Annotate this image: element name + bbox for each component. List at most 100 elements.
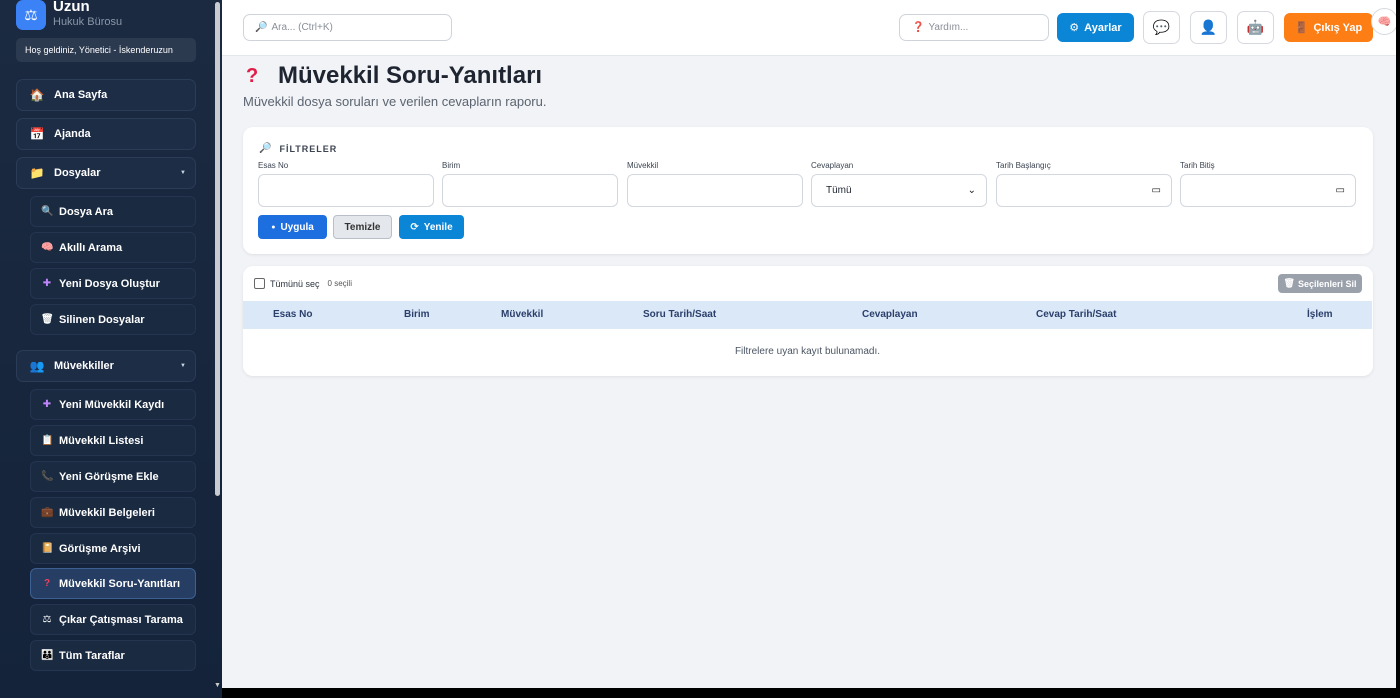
- column-header[interactable]: Müvekkil: [501, 301, 543, 329]
- sub-item-new-client[interactable]: ✚ Yeni Müvekkil Kaydı: [30, 389, 196, 420]
- user-icon: 👤: [1199, 19, 1218, 35]
- select-all-label[interactable]: Tümünü seç: [270, 279, 320, 289]
- case-no-label: Esas No: [258, 161, 289, 170]
- date-start-label: Tarih Başlangıç: [996, 161, 1051, 170]
- scales-logo-icon: ⚖: [16, 0, 46, 30]
- settings-button[interactable]: ⚙ Ayarlar: [1057, 13, 1134, 42]
- nav-item-label: Ajanda: [54, 128, 91, 140]
- sub-item-meeting-archive[interactable]: 📔 Görüşme Arşivi: [30, 533, 196, 564]
- refresh-button[interactable]: ⟳ Yenile: [399, 215, 464, 239]
- brain-icon: 🧠: [41, 242, 54, 253]
- sub-item-client-documents[interactable]: 💼 Müvekkil Belgeleri: [30, 497, 196, 528]
- global-search-input[interactable]: 🔎 Ara... (Ctrl+K): [243, 14, 452, 41]
- sub-item-label: Müvekkil Listesi: [59, 434, 144, 447]
- logout-label: Çıkış Yap: [1313, 21, 1363, 34]
- question-mark-icon: ?: [246, 64, 259, 87]
- phone-icon: 📞: [41, 471, 54, 482]
- client-field[interactable]: [627, 174, 803, 207]
- briefcase-icon: 💼: [41, 507, 54, 518]
- assistant-button[interactable]: 🤖: [1237, 11, 1274, 44]
- top-bar: 🔎 Ara... (Ctrl+K) ❓ Yardım... ⚙ Ayarlar …: [222, 0, 1398, 56]
- filter-heading: 🔎 FİLTRELER: [259, 143, 337, 154]
- case-no-field[interactable]: [258, 174, 434, 207]
- plus-icon: ✚: [42, 278, 52, 289]
- nav-item-clients[interactable]: 👥 Müvekkiller ▼: [16, 350, 196, 382]
- filter-card: 🔎 FİLTRELER Esas No Birim Müvekkil Cevap…: [243, 127, 1373, 254]
- sub-item-label: Silinen Dosyalar: [59, 313, 145, 326]
- caret-down-icon: ▼: [180, 363, 186, 369]
- nav-item-files[interactable]: 📁 Dosyalar ▼: [16, 157, 196, 189]
- avatar[interactable]: 🧠: [1371, 8, 1398, 35]
- sub-item-label: Tüm Taraflar: [59, 649, 125, 662]
- calendar-icon[interactable]: ▭: [1152, 185, 1161, 196]
- column-header[interactable]: Soru Tarih/Saat: [643, 301, 716, 329]
- brand[interactable]: ⚖ Uzun Hukuk Bürosu: [16, 0, 122, 32]
- nav-item-label: Dosyalar: [54, 167, 101, 179]
- delete-selected-button[interactable]: 🗑 Seçilenleri Sil: [1278, 274, 1362, 293]
- page-title: ? Müvekkil Soru-Yanıtları: [246, 62, 542, 90]
- sidebar-scrollbar[interactable]: ▼: [214, 0, 221, 690]
- trash-icon: 🗑: [1283, 278, 1295, 288]
- sub-item-file-search[interactable]: 🔍 Dosya Ara: [30, 196, 196, 227]
- sub-item-label: Görüşme Arşivi: [59, 542, 141, 555]
- profile-button[interactable]: 👤: [1190, 11, 1227, 44]
- results-card: Tümünü seç 0 seçili 🗑 Seçilenleri Sil Es…: [243, 266, 1373, 376]
- column-header[interactable]: Esas No: [273, 301, 312, 329]
- people-icon: 👥: [29, 359, 45, 373]
- messages-button[interactable]: 💬: [1143, 11, 1180, 44]
- unit-field[interactable]: [442, 174, 618, 207]
- search-placeholder: Ara... (Ctrl+K): [271, 22, 333, 33]
- gear-icon: ⚙: [1069, 22, 1080, 34]
- robot-icon: 🤖: [1246, 19, 1265, 35]
- page-subtitle: Müvekkil dosya soruları ve verilen cevap…: [243, 94, 547, 109]
- sub-item-new-meeting[interactable]: 📞 Yeni Görüşme Ekle: [30, 461, 196, 492]
- select-all-checkbox[interactable]: [254, 278, 265, 289]
- search-icon: 🔎: [255, 22, 268, 33]
- sub-item-label: Müvekkil Soru-Yanıtları: [59, 577, 181, 590]
- nav-item-home[interactable]: 🏠 Ana Sayfa: [16, 79, 196, 111]
- brain-icon: 🧠: [1377, 16, 1392, 28]
- logout-button[interactable]: 🚪 Çıkış Yap: [1284, 13, 1373, 42]
- apply-label: Uygula: [280, 221, 314, 233]
- date-start-field[interactable]: ▭: [996, 174, 1172, 207]
- sub-item-conflict-scan[interactable]: ⚖ Çıkar Çatışması Tarama: [30, 604, 196, 635]
- column-header[interactable]: Cevaplayan: [862, 301, 918, 329]
- sub-item-label: Dosya Ara: [59, 205, 114, 218]
- chevron-down-icon: ⌄: [967, 185, 976, 196]
- answerer-select[interactable]: Tümü ⌄: [811, 174, 987, 207]
- right-edge: [1396, 0, 1400, 698]
- trash-icon: 🗑: [41, 314, 54, 325]
- nav-item-agenda[interactable]: 📅 Ajanda: [16, 118, 196, 150]
- sub-item-new-file[interactable]: ✚ Yeni Dosya Oluştur: [30, 268, 196, 299]
- help-search-input[interactable]: ❓ Yardım...: [899, 14, 1049, 41]
- settings-label: Ayarlar: [1084, 21, 1122, 34]
- column-header: İşlem: [1307, 309, 1333, 320]
- magnifier-icon: 🔍: [41, 206, 54, 217]
- column-header[interactable]: Cevap Tarih/Saat: [1036, 301, 1116, 329]
- column-header[interactable]: Birim: [404, 301, 430, 329]
- scrollbar-thumb[interactable]: [215, 2, 220, 496]
- scroll-down-arrow-icon[interactable]: ▼: [214, 682, 221, 690]
- calendar-icon: 📅: [29, 127, 45, 141]
- sub-item-deleted-files[interactable]: 🗑 Silinen Dosyalar: [30, 304, 196, 335]
- chat-icon: 💬: [1152, 19, 1171, 35]
- nav-item-label: Ana Sayfa: [54, 89, 108, 101]
- sub-item-client-qa[interactable]: ? Müvekkil Soru-Yanıtları: [30, 568, 196, 599]
- unit-label: Birim: [442, 161, 461, 170]
- folder-icon: 📁: [29, 166, 45, 180]
- sidebar: ⚖ Uzun Hukuk Bürosu Hoş geldiniz, Yöneti…: [0, 0, 222, 698]
- clear-button[interactable]: Temizle: [333, 215, 392, 239]
- group-icon: 👪: [41, 650, 54, 661]
- nav-item-label: Müvekkiller: [54, 360, 114, 372]
- apply-button[interactable]: ● Uygula: [258, 215, 327, 239]
- sub-item-all-parties[interactable]: 👪 Tüm Taraflar: [30, 640, 196, 671]
- sub-item-label: Çıkar Çatışması Tarama: [59, 613, 183, 626]
- date-end-field[interactable]: ▭: [1180, 174, 1356, 207]
- question-mark-icon: ❓: [912, 22, 925, 33]
- brand-name: Uzun: [53, 0, 90, 15]
- calendar-icon[interactable]: ▭: [1336, 185, 1345, 196]
- help-placeholder: Yardım...: [928, 22, 969, 33]
- sub-item-client-list[interactable]: 📋 Müvekkil Listesi: [30, 425, 196, 456]
- sub-item-smart-search[interactable]: 🧠 Akıllı Arama: [30, 232, 196, 263]
- sub-item-label: Yeni Müvekkil Kaydı: [59, 398, 165, 411]
